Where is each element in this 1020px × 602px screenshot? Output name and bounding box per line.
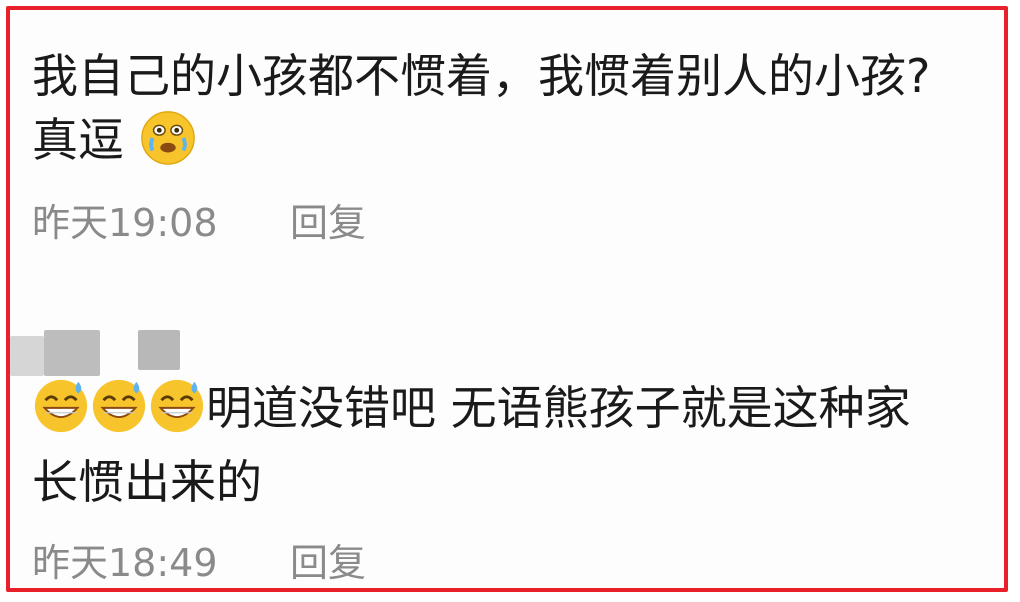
comment-1-reply-button[interactable]: 回复 bbox=[290, 192, 366, 247]
sweat-smile-icon bbox=[32, 376, 90, 434]
comment-2-text-line-1-text: 明道没错吧 无语熊孩子就是这种家 bbox=[206, 381, 911, 435]
comment-2-text-line-2: 长惯出来的 bbox=[32, 455, 262, 509]
blurred-username-part-1 bbox=[10, 336, 44, 376]
sweat-smile-icon bbox=[90, 376, 148, 434]
comment-1-text-line-2-text: 真逗 bbox=[32, 113, 124, 167]
comment-1-meta: 昨天19:08 回复 bbox=[32, 192, 366, 247]
blurred-username-part-2 bbox=[44, 330, 100, 376]
comment-2-reply-button[interactable]: 回复 bbox=[290, 532, 366, 587]
sweat-smile-icon bbox=[148, 376, 206, 434]
comment-2-timestamp: 昨天18:49 bbox=[32, 541, 218, 585]
screenshot-frame: 我自己的小孩都不惯着，我惯着别人的小孩? 真逗 昨天19:08 回复 明道没错吧… bbox=[6, 6, 1008, 592]
comment-2-meta: 昨天18:49 回复 bbox=[32, 532, 366, 587]
comment-1-timestamp: 昨天19:08 bbox=[32, 201, 218, 245]
blurred-username-part-3 bbox=[138, 330, 180, 370]
joy-tears-icon bbox=[139, 108, 197, 166]
comment-1-text-line-1: 我自己的小孩都不惯着，我惯着别人的小孩? bbox=[32, 49, 931, 103]
comment-2-text-line-1: 明道没错吧 无语熊孩子就是这种家 bbox=[32, 376, 911, 440]
comment-1-text-line-2: 真逗 bbox=[32, 108, 197, 172]
